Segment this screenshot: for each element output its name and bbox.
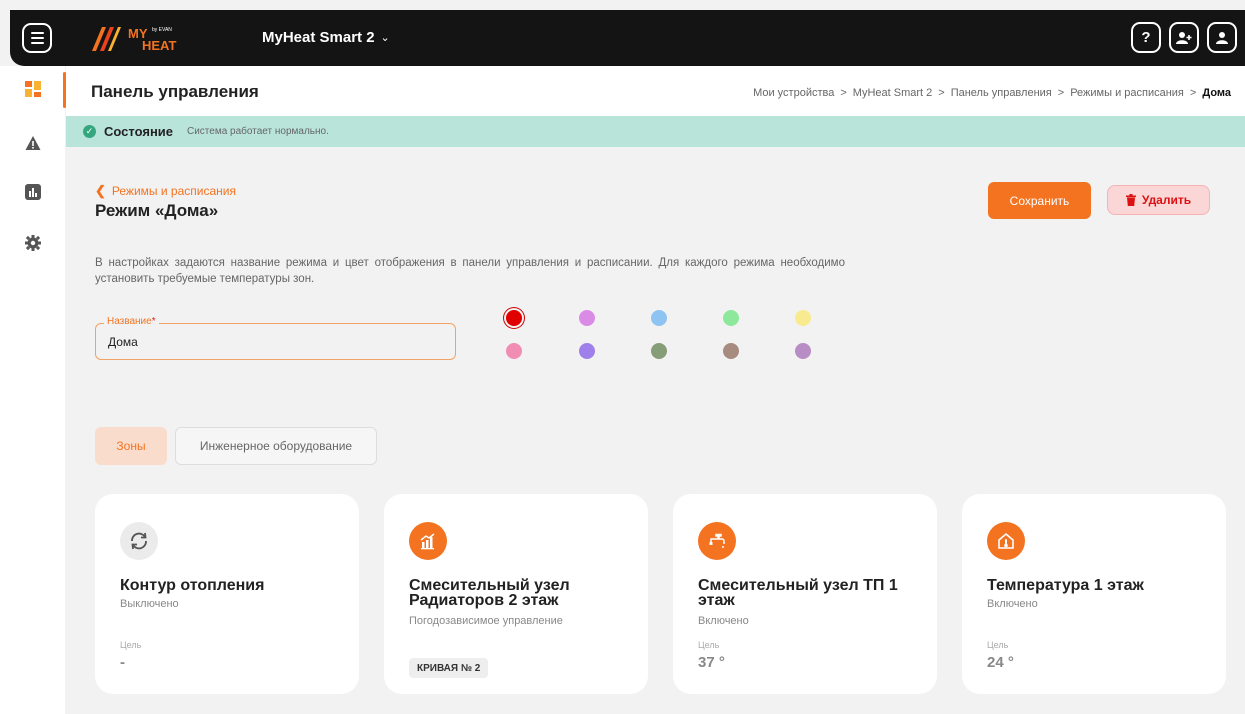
color-swatch-violet[interactable] <box>579 310 595 326</box>
card-goal-value: 24 ° <box>987 654 1014 671</box>
check-icon: ✓ <box>83 125 96 138</box>
color-swatch-purple[interactable] <box>579 343 595 359</box>
color-swatch-red[interactable] <box>506 310 522 326</box>
color-swatch-yellow[interactable] <box>795 310 811 326</box>
name-field-label: Название* <box>104 316 159 327</box>
zone-card[interactable]: Температура 1 этаж Включено Цель 24 ° <box>962 494 1226 694</box>
myheat-logo[interactable]: MY by EVAN HEAT <box>90 23 190 53</box>
sidebar <box>0 66 65 714</box>
card-goal-label: Цель <box>987 640 1009 650</box>
mode-description: В настройках задаются название режима и … <box>95 257 845 285</box>
breadcrumb-item[interactable]: MyHeat Smart 2 <box>853 87 932 99</box>
chevron-left-icon: ❮ <box>95 183 106 198</box>
status-bar: ✓ Состояние Система работает нормально. <box>66 116 1245 147</box>
breadcrumb-separator: > <box>938 87 945 99</box>
faucet-icon <box>698 522 736 560</box>
color-swatch-blue[interactable] <box>651 310 667 326</box>
top-bar: MY by EVAN HEAT MyHeat Smart 2 ⌄ ? <box>10 10 1245 66</box>
zone-card[interactable]: Смесительный узел Радиаторов 2 этаж Пого… <box>384 494 648 694</box>
card-goal-value: 37 ° <box>698 654 725 671</box>
breadcrumb-separator: > <box>1057 87 1065 99</box>
color-swatch-pink[interactable] <box>506 343 522 359</box>
breadcrumb-separator: > <box>840 87 847 99</box>
sidebar-active-indicator <box>63 72 66 108</box>
card-goal-label: Цель <box>120 640 142 650</box>
zone-card[interactable]: Контур отопления Выключено Цель - <box>95 494 359 694</box>
name-field[interactable]: Название* Дома <box>95 316 456 360</box>
status-text: Система работает нормально. <box>187 126 329 137</box>
card-goal-value: - <box>120 654 125 671</box>
zone-card[interactable]: Смесительный узел ТП 1 этаж Включено Цел… <box>673 494 937 694</box>
chart-icon[interactable] <box>25 184 41 200</box>
menu-icon[interactable] <box>22 23 52 53</box>
svg-text:by EVAN: by EVAN <box>152 27 172 33</box>
svg-text:HEAT: HEAT <box>142 38 176 53</box>
page-title: Панель управления <box>91 82 259 101</box>
card-status: Включено <box>987 598 1038 610</box>
color-swatch-brown[interactable] <box>723 343 739 359</box>
back-link[interactable]: ❮ Режимы и расписания <box>95 183 236 199</box>
help-icon[interactable]: ? <box>1131 22 1161 53</box>
card-title: Температура 1 этаж <box>987 577 1144 594</box>
dashboard-icon[interactable] <box>25 81 41 97</box>
mixing-unit-icon <box>409 522 447 560</box>
tab-equipment[interactable]: Инженерное оборудование <box>175 427 377 465</box>
user-icon[interactable] <box>1207 22 1237 53</box>
house-thermometer-icon <box>987 522 1025 560</box>
device-select[interactable]: MyHeat Smart 2 ⌄ <box>262 29 390 46</box>
delete-button[interactable]: Удалить <box>1107 185 1210 215</box>
breadcrumb-item[interactable]: Мои устройства <box>753 87 834 99</box>
back-link-label: Режимы и расписания <box>111 184 236 198</box>
status-label: Состояние <box>104 124 174 139</box>
color-swatch-lilac[interactable] <box>795 343 811 359</box>
trash-icon <box>1125 194 1136 206</box>
curve-badge: КРИВАЯ № 2 <box>409 658 489 678</box>
gear-icon[interactable] <box>25 235 41 251</box>
card-title: Контур отопления <box>120 577 265 594</box>
tab-zones[interactable]: Зоны <box>95 427 167 465</box>
chevron-down-icon: ⌄ <box>380 32 390 44</box>
card-title: Смесительный узел ТП 1 этаж <box>698 577 898 609</box>
breadcrumb-current: Дома <box>1202 87 1231 99</box>
save-button[interactable]: Сохранить <box>988 182 1091 219</box>
device-name: MyHeat Smart 2 <box>262 29 375 46</box>
color-swatch-green[interactable] <box>723 310 739 326</box>
delete-button-label: Удалить <box>1141 193 1192 207</box>
add-user-icon[interactable] <box>1169 22 1199 53</box>
mode-title: Режим «Дома» <box>95 201 219 220</box>
card-status: Выключено <box>120 598 179 610</box>
breadcrumb-separator: > <box>1189 87 1197 99</box>
card-status: Включено <box>698 615 749 627</box>
breadcrumb-item[interactable]: Режимы и расписания <box>1070 87 1184 99</box>
page-header: Панель управления Мои устройства > MyHea… <box>66 66 1245 116</box>
name-input-value[interactable]: Дома <box>108 335 138 349</box>
card-title: Смесительный узел Радиаторов 2 этаж <box>409 577 570 609</box>
warning-icon[interactable] <box>25 135 41 151</box>
tabs: Зоны Инженерное оборудование <box>95 427 377 465</box>
card-status: Погодозависимое управление <box>409 615 563 627</box>
refresh-circuit-icon <box>120 522 158 560</box>
breadcrumb: Мои устройства > MyHeat Smart 2 > Панель… <box>753 87 1231 99</box>
card-goal-label: Цель <box>698 640 720 650</box>
breadcrumb-item[interactable]: Панель управления <box>951 87 1052 99</box>
color-swatch-olive[interactable] <box>651 343 667 359</box>
